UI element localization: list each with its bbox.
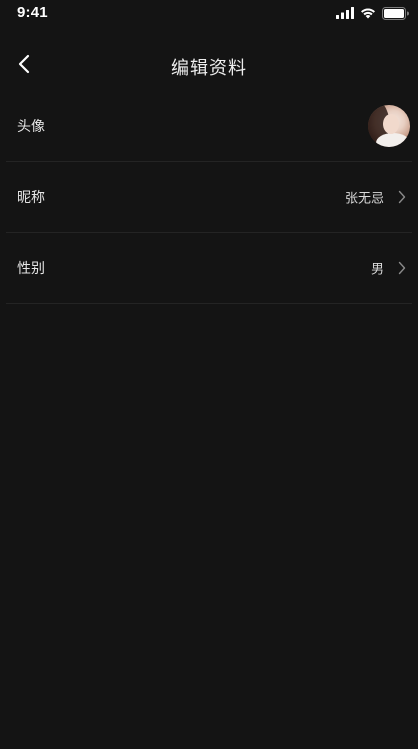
gender-row[interactable]: 性别 男 bbox=[6, 233, 412, 304]
wifi-icon bbox=[360, 7, 376, 19]
nickname-row[interactable]: 昵称 张无忌 bbox=[6, 162, 412, 233]
battery-icon bbox=[382, 6, 409, 20]
nav-bar: 编辑资料 bbox=[0, 44, 418, 88]
cellular-signal-icon bbox=[336, 7, 354, 19]
chevron-right-icon bbox=[398, 261, 408, 275]
avatar-row-label: 头像 bbox=[17, 119, 45, 135]
avatar-face bbox=[383, 114, 399, 134]
profile-settings-list: 头像 昵称 张无忌 性别 男 bbox=[0, 91, 418, 304]
avatar-shirt bbox=[376, 133, 410, 147]
avatar-row[interactable]: 头像 bbox=[6, 91, 412, 162]
gender-row-label: 性别 bbox=[17, 261, 45, 277]
status-time: 9:41 bbox=[17, 4, 48, 21]
status-bar: 9:41 bbox=[0, 0, 418, 28]
page-title: 编辑资料 bbox=[171, 58, 247, 79]
nickname-row-label: 昵称 bbox=[17, 190, 45, 206]
status-icons bbox=[336, 6, 409, 20]
nickname-value: 张无忌 bbox=[344, 191, 384, 207]
gender-value: 男 bbox=[370, 262, 384, 278]
avatar[interactable] bbox=[368, 105, 410, 147]
chevron-right-icon bbox=[398, 190, 408, 204]
